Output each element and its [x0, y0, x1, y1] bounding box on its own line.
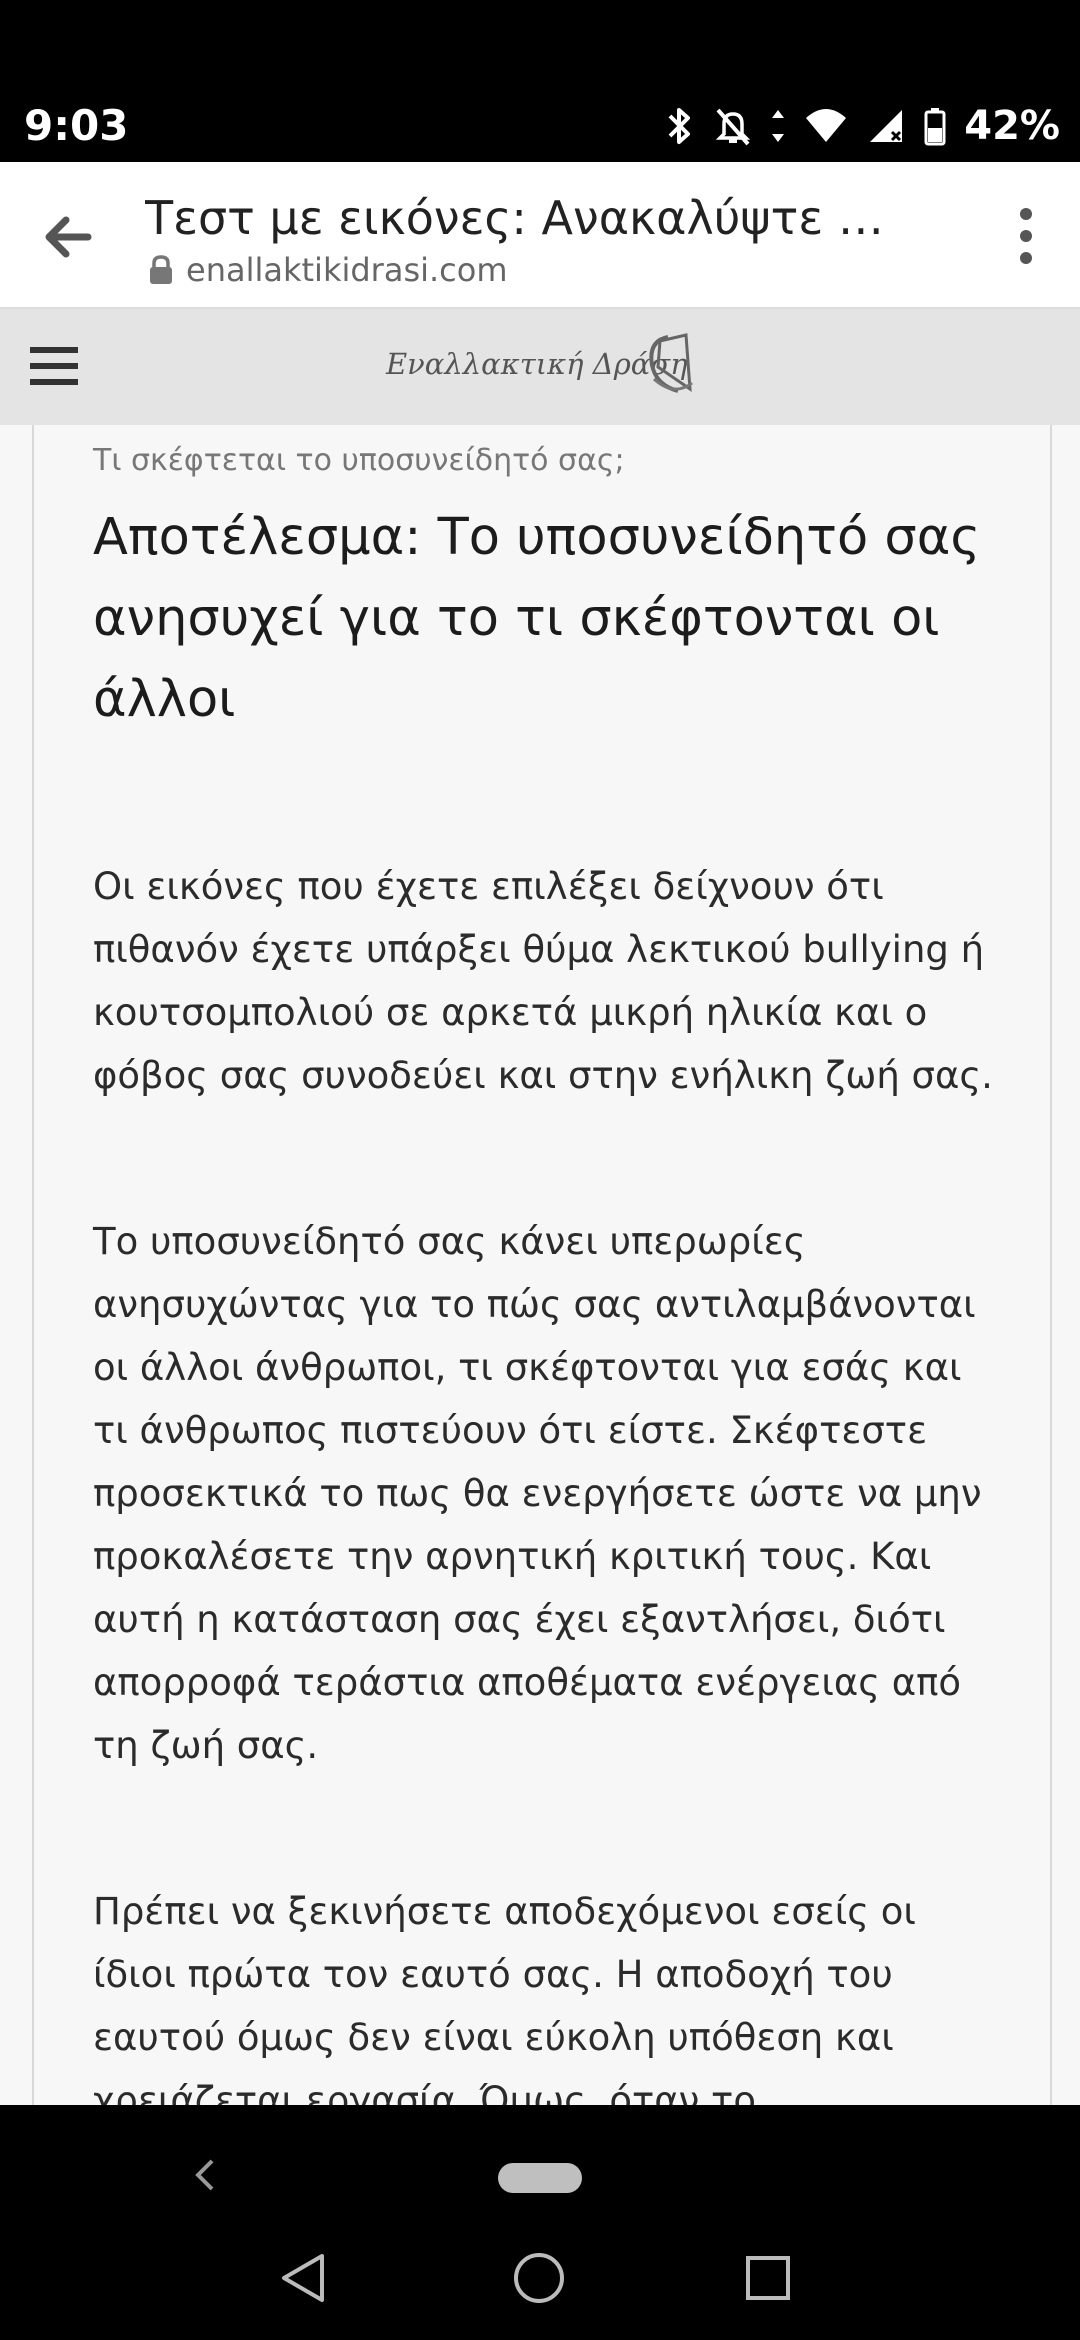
page-title[interactable]: Τεστ με εικόνες: Ανακαλύψτε τ...	[145, 188, 905, 248]
site-header: Εναλλακτική Δράση	[0, 309, 1080, 425]
more-options-icon[interactable]	[1006, 204, 1046, 268]
back-arrow-icon[interactable]	[34, 202, 104, 272]
battery-icon	[924, 108, 946, 146]
site-domain[interactable]: enallaktikidrasi.com	[186, 248, 508, 292]
nav-home-icon[interactable]	[511, 2250, 567, 2306]
nav-back-icon[interactable]	[278, 2250, 328, 2306]
bluetooth-icon	[668, 108, 691, 144]
notifications-off-icon	[716, 108, 751, 146]
site-logo-icon[interactable]	[638, 327, 698, 405]
cell-signal-icon	[870, 110, 903, 142]
nav-recents-icon[interactable]	[745, 2255, 791, 2301]
article-paragraph: Το υποσυνείδητό σας κάνει υπερωρίες ανησ…	[93, 1220, 982, 1767]
status-time: 9:03	[24, 101, 129, 150]
data-transfer-icon	[772, 110, 785, 142]
status-bar: 9:03 42%	[0, 0, 1080, 162]
system-navigation-bar	[0, 2105, 1080, 2340]
status-icons: 42%	[662, 100, 1060, 152]
lock-icon	[150, 255, 172, 284]
hamburger-menu-icon[interactable]	[30, 345, 78, 387]
chevron-left-icon[interactable]	[190, 2155, 220, 2195]
page-content[interactable]: Τι σκέφτεται το υποσυνείδητό σας; Αποτέλ…	[0, 425, 1080, 2105]
gesture-handle[interactable]	[498, 2163, 582, 2193]
battery-percentage: 42%	[964, 103, 1060, 149]
article-paragraph: Οι εικόνες που έχετε επιλέξει δείχνουν ό…	[93, 865, 993, 1097]
wifi-icon	[806, 109, 847, 142]
result-title: Αποτέλεσμα: Το υποσυνείδητό σας ανησυχεί…	[93, 508, 981, 729]
article-paragraph: Πρέπει να ξεκινήσετε αποδεχόμενοι εσείς …	[93, 1890, 916, 2105]
browser-toolbar: Τεστ με εικόνες: Ανακαλύψτε τ... enallak…	[0, 162, 1080, 309]
article-subtitle: Τι σκέφτεται το υποσυνείδητό σας;	[93, 443, 625, 478]
